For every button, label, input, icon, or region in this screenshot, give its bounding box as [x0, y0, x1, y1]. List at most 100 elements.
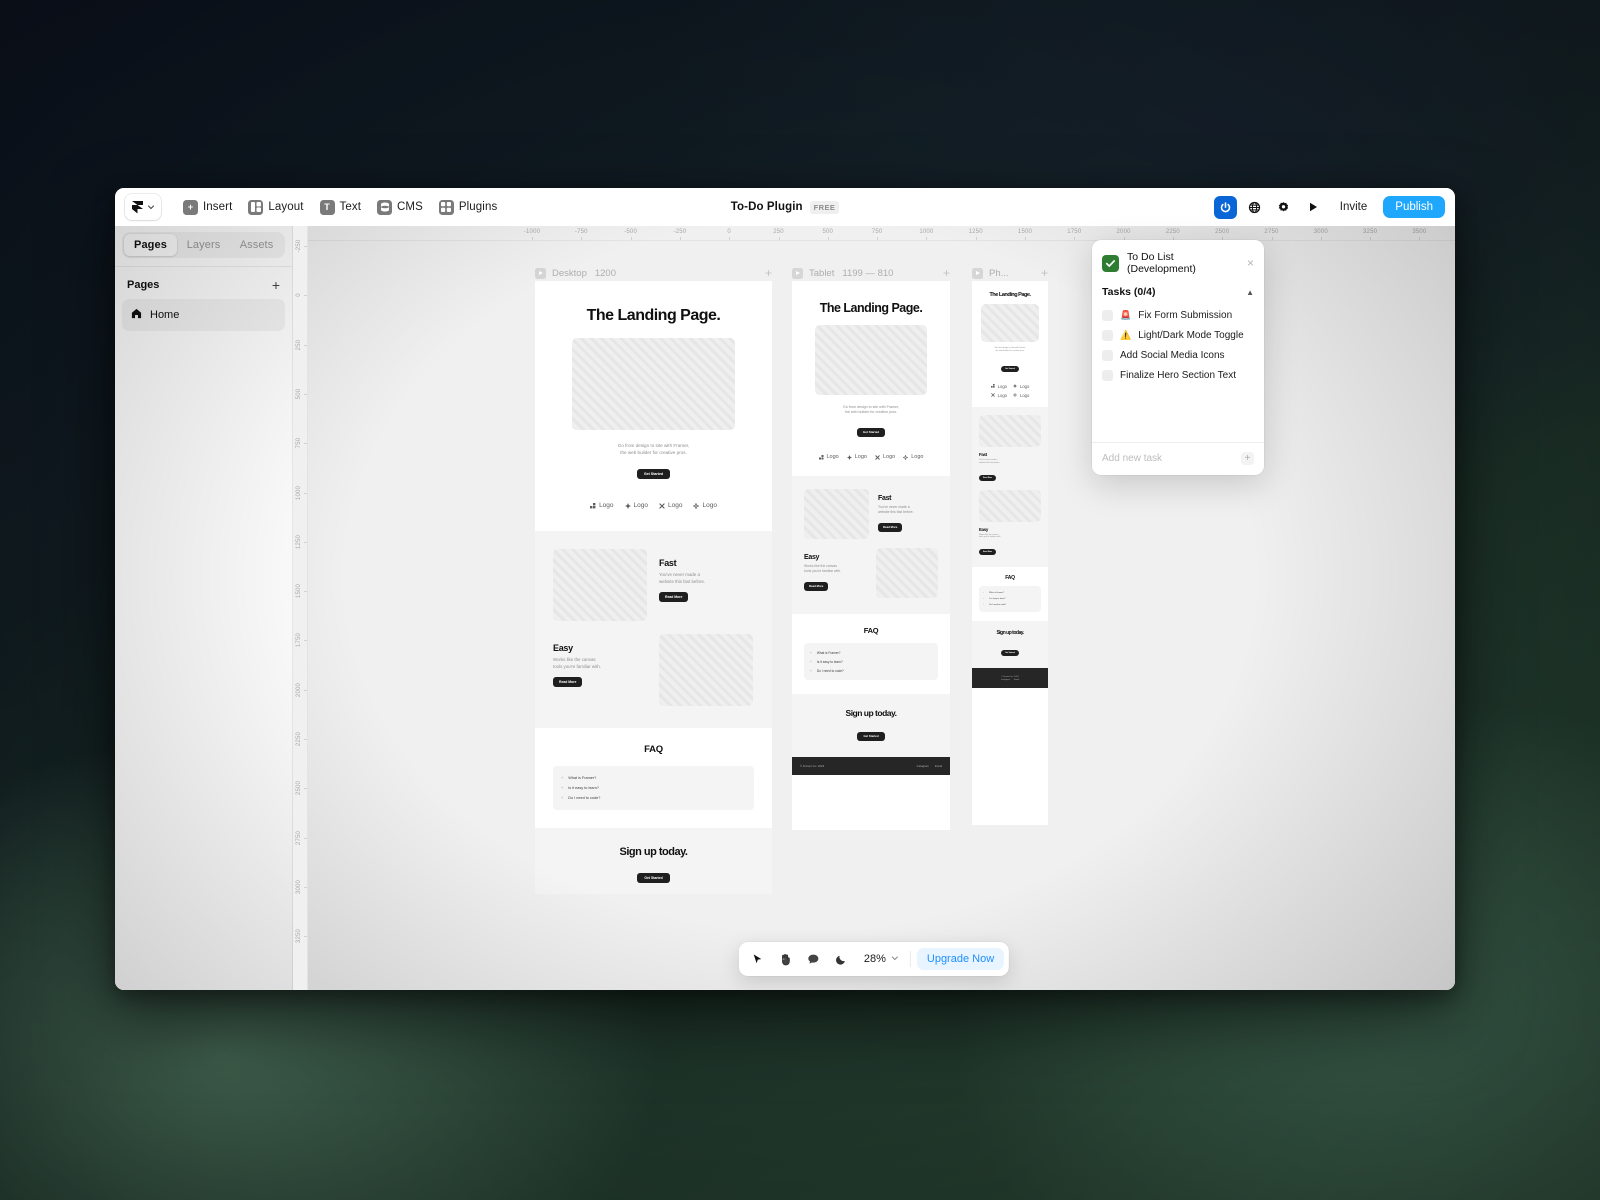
feature-cta-button[interactable]: Read More [553, 677, 583, 688]
toolbar-item-layout[interactable]: Layout [240, 194, 311, 220]
add-frame-icon[interactable]: + [943, 267, 950, 279]
tab-layers[interactable]: Layers [177, 234, 230, 256]
vertical-ruler[interactable]: -250 0 250 500 750 1000 1250 1500 1750 2000 2250 25… [293, 226, 308, 990]
toolbar-right-group: Invite Publish [1213, 195, 1445, 219]
logo-item: Logo [624, 502, 648, 509]
globe-icon[interactable] [1244, 196, 1266, 218]
feature-cta-button[interactable]: Read More [804, 581, 829, 591]
zoom-level-control[interactable]: 28% [856, 953, 904, 965]
footer-link[interactable]: Email [1014, 679, 1019, 681]
todo-panel-title: To Do List (Development) [1127, 251, 1196, 275]
feature-row-fast: Fast You've never made a website this fa… [804, 489, 938, 540]
task-row[interactable]: ⚠️ Light/Dark Mode Toggle [1102, 326, 1254, 346]
horizontal-ruler[interactable]: -1000 -750 -500 -250 0 250 500 750 1000 1250 1500 1… [293, 226, 1455, 241]
todo-panel-header: To Do List (Development) × [1092, 240, 1264, 283]
play-frame-icon[interactable] [792, 267, 803, 279]
feature-cta-button[interactable]: Read More [878, 522, 903, 532]
task-checkbox[interactable] [1102, 370, 1113, 381]
new-task-input[interactable]: Add new task [1102, 453, 1235, 464]
signup-cta-button[interactable]: Get Started [1001, 650, 1019, 657]
cursor-select-icon[interactable] [744, 946, 770, 972]
frame-phone[interactable]: The Landing Page. Go from design to site… [972, 281, 1048, 825]
site-footer: © Framer Inc. 2023 Instagram Email [792, 757, 950, 776]
add-frame-icon[interactable]: + [1041, 267, 1048, 279]
footer-link[interactable]: Instagram [1001, 679, 1010, 681]
faq-item[interactable]: + Do I need to code? [983, 602, 1037, 608]
frame-desktop[interactable]: The Landing Page. Go from design to site… [535, 281, 772, 894]
task-priority-icon: 🚨 [1120, 310, 1132, 320]
feature-cta-button[interactable]: Read More [979, 474, 997, 481]
add-frame-icon[interactable]: + [765, 267, 772, 279]
faq-item[interactable]: + What is Framer? [810, 648, 932, 657]
tab-pages[interactable]: Pages [124, 234, 177, 256]
feature-block-easy: Easy Works like the canvas tools you're … [979, 527, 1041, 558]
toolbar-item-cms[interactable]: CMS [369, 194, 431, 220]
task-checkbox[interactable] [1102, 350, 1113, 361]
hand-pan-icon[interactable] [772, 946, 798, 972]
ruler-tick-label: 2500 [296, 781, 302, 796]
ruler-tick-label: 3000 [296, 879, 302, 894]
footer-link[interactable]: Email [935, 764, 942, 768]
task-checkbox[interactable] [1102, 310, 1113, 321]
play-frame-icon[interactable] [972, 267, 983, 279]
feature-heading: Fast [878, 495, 892, 503]
settings-gear-icon[interactable] [1273, 196, 1295, 218]
upgrade-now-button[interactable]: Upgrade Now [916, 948, 1005, 970]
signup-cta-button[interactable]: Get Started [857, 731, 885, 741]
hero-cta-button[interactable]: Get Started [856, 427, 886, 437]
add-task-icon[interactable]: + [1241, 452, 1254, 465]
comment-bubble-icon[interactable] [800, 946, 826, 972]
publish-button[interactable]: Publish [1383, 196, 1445, 218]
sidebar-item-home[interactable]: Home [122, 299, 285, 331]
ruler-tick-mark [778, 237, 780, 240]
hero-subtitle: Go from design to site with Framer, the … [553, 443, 754, 456]
feature-cta-button[interactable]: Read More [979, 549, 997, 556]
toolbar-item-insert[interactable]: + Insert [175, 194, 240, 220]
ruler-tick-label: 1750 [296, 633, 302, 648]
signup-cta-button[interactable]: Get Started [637, 873, 670, 884]
faq-item[interactable]: + Is it easy to learn? [810, 657, 932, 666]
hero-cta-button[interactable]: Get Started [1001, 365, 1019, 372]
feature-cta-button[interactable]: Read More [659, 592, 689, 603]
ruler-tick-label: 1000 [296, 485, 302, 500]
ruler-tick-mark [304, 591, 307, 593]
faq-item[interactable]: + Do I need to code? [810, 666, 932, 675]
ruler-tick-mark [304, 246, 307, 247]
tasks-section-header: Tasks (0/4) ▲ [1092, 283, 1264, 306]
logo-item: Logo [590, 502, 614, 509]
play-preview-icon[interactable] [1302, 196, 1324, 218]
task-row[interactable]: Finalize Hero Section Text [1102, 366, 1254, 386]
canvas-area[interactable]: -1000 -750 -500 -250 0 250 500 750 1000 1250 1500 1… [293, 226, 1455, 990]
frame-label-desktop[interactable]: Desktop 1200 + [535, 267, 772, 279]
todo-plugin-panel[interactable]: To Do List (Development) × Tasks (0/4) ▲… [1092, 240, 1264, 475]
task-row[interactable]: 🚨 Fix Form Submission [1102, 306, 1254, 326]
frame-tablet[interactable]: The Landing Page. Go from design to site… [792, 281, 950, 830]
add-page-icon[interactable]: + [272, 278, 280, 292]
chevron-up-icon[interactable]: ▲ [1246, 288, 1254, 297]
logo-strip: Logo Logo Logo Logo [804, 454, 938, 460]
task-row[interactable]: Add Social Media Icons [1102, 346, 1254, 366]
faq-item[interactable]: + Is it easy to learn? [561, 783, 746, 793]
logo-item: Logo [1013, 384, 1029, 389]
toolbar-divider [909, 951, 911, 967]
framer-logo-button[interactable] [125, 194, 161, 220]
faq-item[interactable]: + Do I need to code? [561, 793, 746, 803]
tab-assets[interactable]: Assets [230, 234, 283, 256]
task-checkbox[interactable] [1102, 330, 1113, 341]
toolbar-item-text[interactable]: T Text [312, 194, 370, 220]
frame-label-tablet[interactable]: Tablet 1199 — 810 + [792, 267, 950, 279]
hero-cta-button[interactable]: Get Started [636, 469, 671, 480]
moon-dark-mode-icon[interactable] [828, 946, 854, 972]
faq-item[interactable]: + What is Framer? [561, 773, 746, 783]
hero-title: The Landing Page. [586, 307, 721, 324]
frame-label-phone[interactable]: Ph... + [972, 267, 1048, 279]
database-icon [377, 199, 393, 215]
canvas-viewport[interactable]: Desktop 1200 + The Landing Page. Go from… [308, 241, 1455, 990]
close-icon[interactable]: × [1247, 257, 1254, 269]
toolbar-item-plugins[interactable]: Plugins [431, 194, 505, 220]
feature-body-line1: You've never made a [659, 572, 700, 578]
footer-link[interactable]: Instagram [917, 764, 929, 768]
plugin-power-icon[interactable] [1213, 195, 1237, 219]
play-frame-icon[interactable] [535, 267, 546, 279]
invite-button[interactable]: Invite [1331, 197, 1377, 217]
